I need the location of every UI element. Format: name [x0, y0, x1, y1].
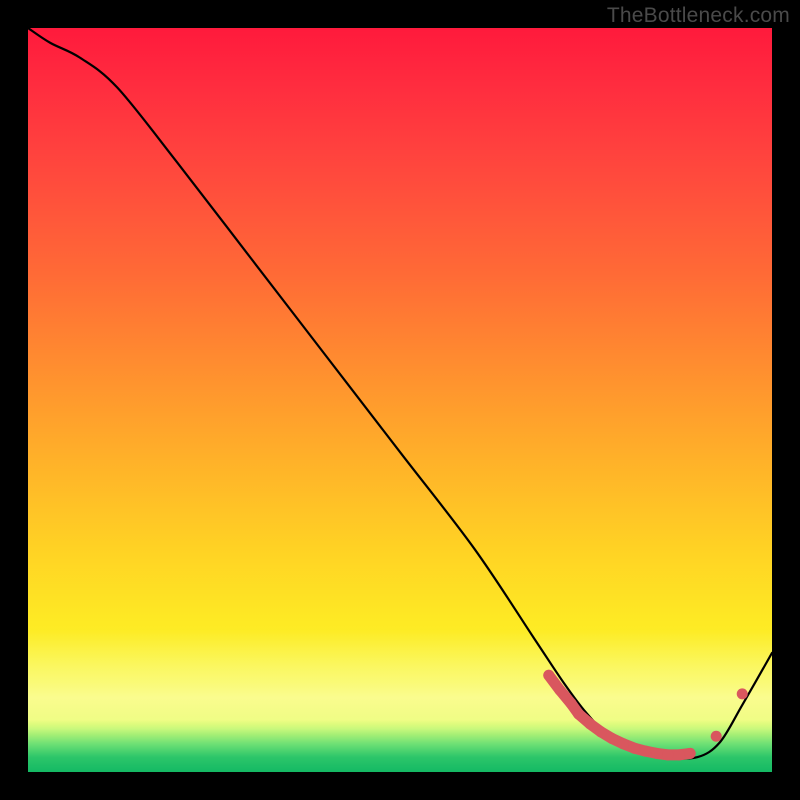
- marker-dot: [618, 738, 629, 749]
- marker-dot: [737, 688, 748, 699]
- chart-svg: [28, 28, 772, 772]
- marker-dot: [662, 749, 673, 760]
- marker-dot: [584, 718, 595, 729]
- marker-dot: [554, 685, 565, 696]
- marker-dot: [543, 670, 554, 681]
- chart-stage: TheBottleneck.com: [0, 0, 800, 800]
- marker-dot: [685, 748, 696, 759]
- marker-dot: [573, 708, 584, 719]
- marker-dot: [595, 726, 606, 737]
- main-curve: [28, 28, 772, 759]
- marker-dot: [674, 749, 685, 760]
- marker-dot: [629, 743, 640, 754]
- marker-dot: [566, 698, 577, 709]
- marker-dot: [651, 748, 662, 759]
- watermark-text: TheBottleneck.com: [607, 4, 790, 28]
- plot-area: [28, 28, 772, 772]
- marker-dot: [607, 733, 618, 744]
- marker-dot: [711, 731, 722, 742]
- marker-dot: [640, 746, 651, 757]
